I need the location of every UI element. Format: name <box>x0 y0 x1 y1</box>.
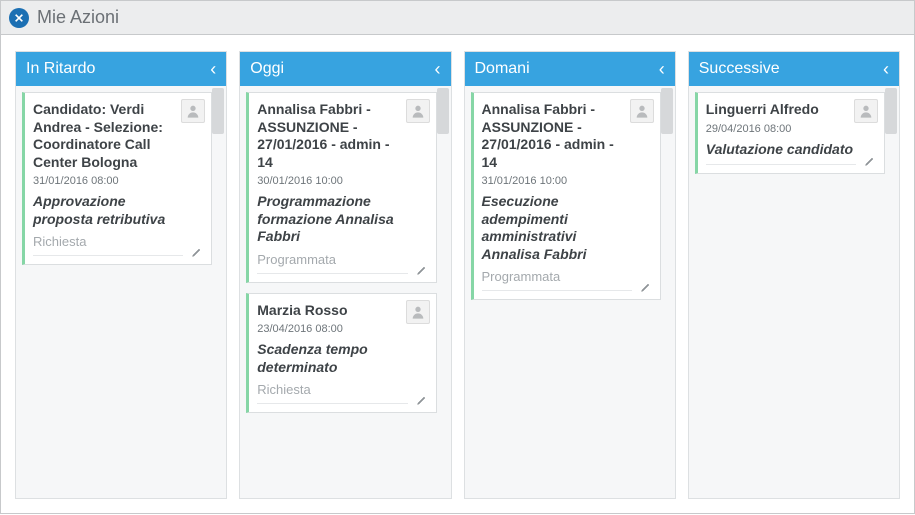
card-date: 31/01/2016 08:00 <box>33 175 183 187</box>
edit-icon[interactable] <box>638 279 654 295</box>
card-title: Annalisa Fabbri - ASSUNZIONE - 27/01/201… <box>257 101 407 171</box>
column-body: Candidato: Verdi Andrea - Selezione: Coo… <box>16 86 226 498</box>
card-separator <box>706 164 856 165</box>
card[interactable]: Annalisa Fabbri - ASSUNZIONE - 27/01/201… <box>471 92 661 300</box>
scrollbar-thumb[interactable] <box>437 88 449 134</box>
card-description: Valutazione candidato <box>706 141 856 159</box>
card-status: Programmata <box>257 252 407 267</box>
card-separator <box>257 273 407 274</box>
card-description: Approvazione proposta retributiva <box>33 193 183 228</box>
card-status: Programmata <box>482 269 632 284</box>
card-title: Annalisa Fabbri - ASSUNZIONE - 27/01/201… <box>482 101 632 171</box>
card-title: Candidato: Verdi Andrea - Selezione: Coo… <box>33 101 183 171</box>
column-body: Annalisa Fabbri - ASSUNZIONE - 27/01/201… <box>240 86 450 498</box>
board: In Ritardo ‹ Candidato: Verdi Andrea - S… <box>1 35 914 515</box>
avatar-icon <box>630 99 654 123</box>
card-description: Programmazione formazione Annalisa Fabbr… <box>257 193 407 246</box>
card-date: 29/04/2016 08:00 <box>706 123 856 135</box>
card-description: Scadenza tempo determinato <box>257 341 407 376</box>
avatar-icon <box>181 99 205 123</box>
chevron-left-icon: ‹ <box>883 60 889 78</box>
column-oggi: Oggi ‹ Annalisa Fabbri - ASSUNZIONE - 27… <box>239 51 451 499</box>
column-title: Domani <box>475 60 530 78</box>
column-header[interactable]: Successive ‹ <box>689 52 899 86</box>
column-title: Successive <box>699 60 780 78</box>
titlebar: Mie Azioni <box>1 1 914 35</box>
edit-icon[interactable] <box>414 262 430 278</box>
column-header[interactable]: Domani ‹ <box>465 52 675 86</box>
scrollbar-thumb[interactable] <box>885 88 897 134</box>
card-status: Richiesta <box>257 382 407 397</box>
column-domani: Domani ‹ Annalisa Fabbri - ASSUNZIONE - … <box>464 51 676 499</box>
column-successive: Successive ‹ Linguerri Alfredo 29/04/201… <box>688 51 900 499</box>
column-in-ritardo: In Ritardo ‹ Candidato: Verdi Andrea - S… <box>15 51 227 499</box>
scrollbar[interactable] <box>885 88 897 496</box>
card[interactable]: Linguerri Alfredo 29/04/2016 08:00 Valut… <box>695 92 885 174</box>
column-header[interactable]: In Ritardo ‹ <box>16 52 226 86</box>
card-separator <box>482 290 632 291</box>
scrollbar[interactable] <box>212 88 224 496</box>
card-separator <box>33 255 183 256</box>
scrollbar-thumb[interactable] <box>661 88 673 134</box>
scrollbar-thumb[interactable] <box>212 88 224 134</box>
card-title: Marzia Rosso <box>257 302 407 320</box>
scrollbar[interactable] <box>661 88 673 496</box>
avatar-icon <box>406 99 430 123</box>
card[interactable]: Annalisa Fabbri - ASSUNZIONE - 27/01/201… <box>246 92 436 283</box>
chevron-left-icon: ‹ <box>659 60 665 78</box>
card-separator <box>257 403 407 404</box>
chevron-left-icon: ‹ <box>210 60 216 78</box>
edit-icon[interactable] <box>862 153 878 169</box>
column-header[interactable]: Oggi ‹ <box>240 52 450 86</box>
window: Mie Azioni In Ritardo ‹ Candidato: Verdi… <box>0 0 915 514</box>
page-title: Mie Azioni <box>37 7 119 28</box>
column-body: Linguerri Alfredo 29/04/2016 08:00 Valut… <box>689 86 899 498</box>
card-title: Linguerri Alfredo <box>706 101 856 119</box>
edit-icon[interactable] <box>414 392 430 408</box>
column-body: Annalisa Fabbri - ASSUNZIONE - 27/01/201… <box>465 86 675 498</box>
avatar-icon <box>406 300 430 324</box>
scrollbar[interactable] <box>437 88 449 496</box>
card[interactable]: Candidato: Verdi Andrea - Selezione: Coo… <box>22 92 212 265</box>
card-status: Richiesta <box>33 234 183 249</box>
card-description: Esecuzione adempimenti amministrativi An… <box>482 193 632 263</box>
column-title: Oggi <box>250 60 284 78</box>
card[interactable]: Marzia Rosso 23/04/2016 08:00 Scadenza t… <box>246 293 436 414</box>
chevron-left-icon: ‹ <box>435 60 441 78</box>
card-date: 23/04/2016 08:00 <box>257 323 407 335</box>
card-date: 30/01/2016 10:00 <box>257 175 407 187</box>
avatar-icon <box>854 99 878 123</box>
edit-icon[interactable] <box>189 244 205 260</box>
column-title: In Ritardo <box>26 60 95 78</box>
card-date: 31/01/2016 10:00 <box>482 175 632 187</box>
close-icon[interactable] <box>9 8 29 28</box>
